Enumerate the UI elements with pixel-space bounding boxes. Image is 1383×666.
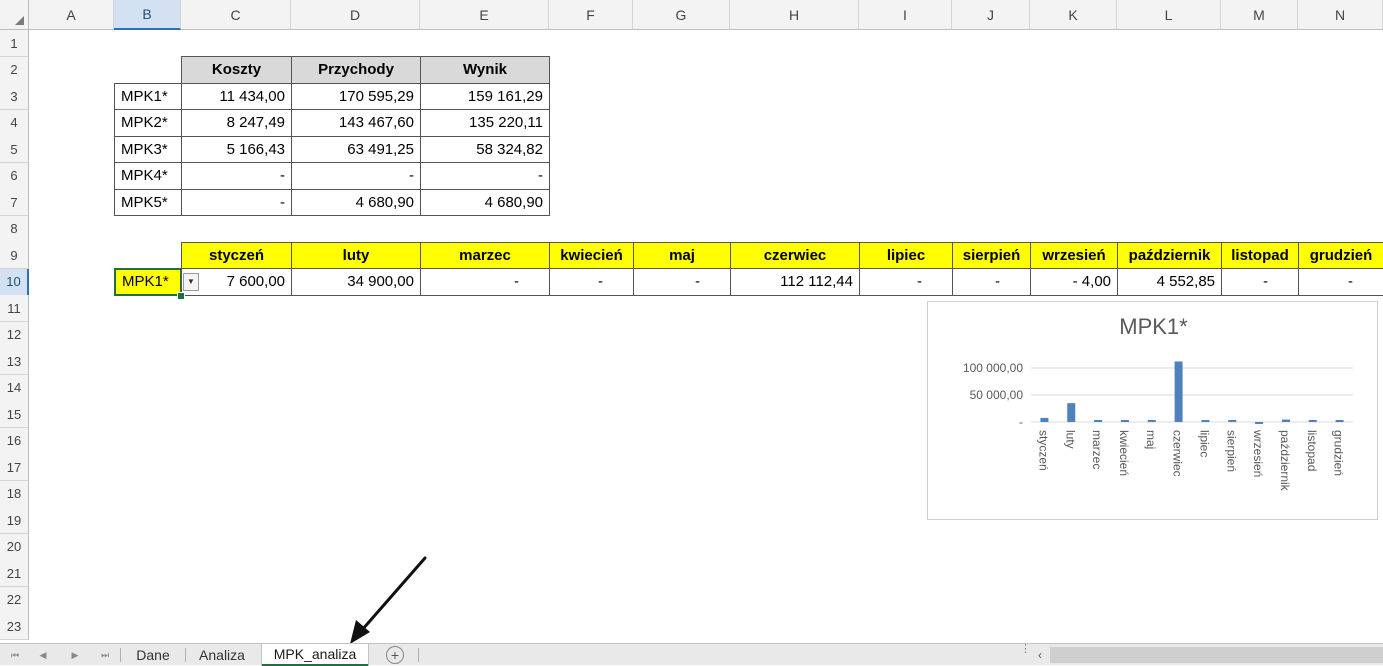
plus-circle-icon[interactable]: + [386, 646, 404, 664]
last-sheet-icon[interactable]: ⏭ [96, 647, 114, 663]
tab-analiza[interactable]: Analiza [186, 644, 258, 666]
tab-dane[interactable]: Dane [122, 644, 184, 666]
first-sheet-icon[interactable]: ⏮ [6, 647, 24, 663]
sheet-tab-bar: ⏮ ◀ ▶ ⏭ Dane Analiza MPK_analiza + ⋮ ‹ [0, 643, 1383, 666]
horizontal-scrollbar[interactable] [1050, 647, 1383, 663]
scroll-grip-icon[interactable]: ⋮ [1020, 644, 1031, 663]
scroll-left-icon[interactable]: ‹ [1032, 647, 1048, 663]
next-sheet-icon[interactable]: ▶ [66, 647, 84, 663]
tab-separator [120, 648, 121, 662]
tab-mpk-analiza[interactable]: MPK_analiza [262, 644, 368, 666]
annotation-arrow [350, 556, 427, 644]
prev-sheet-icon[interactable]: ◀ [34, 647, 52, 663]
tab-separator [418, 648, 419, 662]
